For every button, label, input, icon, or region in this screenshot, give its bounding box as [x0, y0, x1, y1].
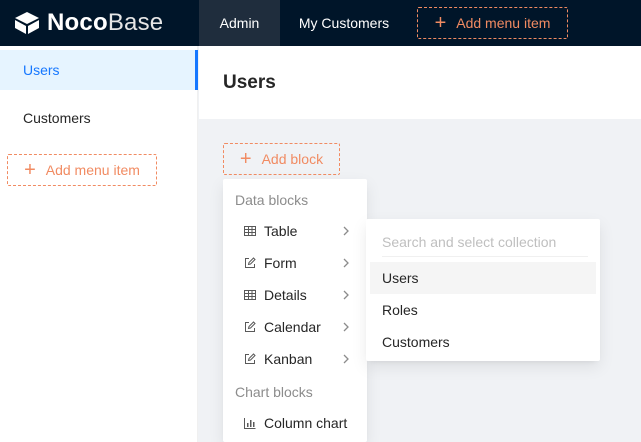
- edit-icon: [243, 352, 257, 366]
- edit-icon: [243, 256, 257, 270]
- chevron-right-icon: [342, 288, 350, 304]
- sidebar-item-customers[interactable]: Customers: [0, 98, 198, 138]
- tab-admin[interactable]: Admin: [199, 0, 280, 46]
- add-block-button[interactable]: + Add block: [223, 143, 340, 175]
- chevron-right-icon: [342, 256, 350, 272]
- add-block-label: Add block: [261, 151, 324, 167]
- sidebar-add-menu-item-button[interactable]: + Add menu item: [7, 154, 157, 186]
- menu-item-form[interactable]: Form: [223, 247, 367, 279]
- menu-item-label: Column chart: [264, 415, 348, 431]
- table-icon: [243, 288, 257, 302]
- collection-submenu: Users Roles Customers: [366, 219, 600, 361]
- page-title: Users: [223, 72, 276, 93]
- sidebar-item-users[interactable]: Users: [0, 50, 198, 90]
- group-label-data-blocks: Data blocks: [235, 192, 309, 208]
- plus-icon: +: [434, 12, 447, 34]
- top-add-menu-item-label: Add menu item: [456, 15, 551, 31]
- chevron-right-icon: [342, 320, 350, 336]
- menu-item-label: Form: [264, 255, 297, 271]
- menu-item-details[interactable]: Details: [223, 279, 367, 311]
- plus-icon: +: [239, 148, 252, 170]
- top-add-menu-item-button[interactable]: + Add menu item: [417, 7, 568, 39]
- logo-cube-icon: [15, 12, 39, 34]
- collection-item-users[interactable]: Users: [370, 262, 596, 294]
- plus-icon: +: [24, 159, 36, 181]
- logo-text-bold: Noco: [47, 9, 108, 36]
- menu-item-table[interactable]: Table: [223, 215, 367, 247]
- tab-my-customers[interactable]: My Customers: [290, 0, 398, 46]
- nocobase-logo[interactable]: NocoBase: [14, 9, 163, 37]
- menu-item-label: Details: [264, 287, 307, 303]
- add-block-dropdown: Data blocks Table Form Details Calendar …: [223, 179, 367, 442]
- menu-item-label: Table: [264, 223, 298, 239]
- menu-item-kanban[interactable]: Kanban: [223, 343, 367, 375]
- collection-item-customers[interactable]: Customers: [370, 326, 596, 358]
- bar-chart-icon: [243, 416, 257, 430]
- menu-item-calendar[interactable]: Calendar: [223, 311, 367, 343]
- menu-item-label: Kanban: [264, 351, 313, 367]
- sidebar: Users Customers + Add menu item: [0, 46, 198, 442]
- menu-item-column-chart[interactable]: Column chart: [223, 407, 367, 439]
- collection-search-input[interactable]: [382, 227, 588, 257]
- top-navigation-bar: NocoBase Admin My Customers + Add menu i…: [0, 0, 641, 46]
- table-icon: [243, 224, 257, 238]
- sidebar-add-menu-item-label: Add menu item: [45, 162, 140, 178]
- collection-item-roles[interactable]: Roles: [370, 294, 596, 326]
- group-label-chart-blocks: Chart blocks: [235, 384, 313, 400]
- chevron-right-icon: [342, 224, 350, 240]
- menu-item-label: Calendar: [264, 319, 321, 335]
- logo-text-thin: Base: [107, 9, 164, 36]
- chevron-right-icon: [342, 352, 350, 368]
- page-header: Users: [199, 46, 641, 119]
- edit-icon: [243, 320, 257, 334]
